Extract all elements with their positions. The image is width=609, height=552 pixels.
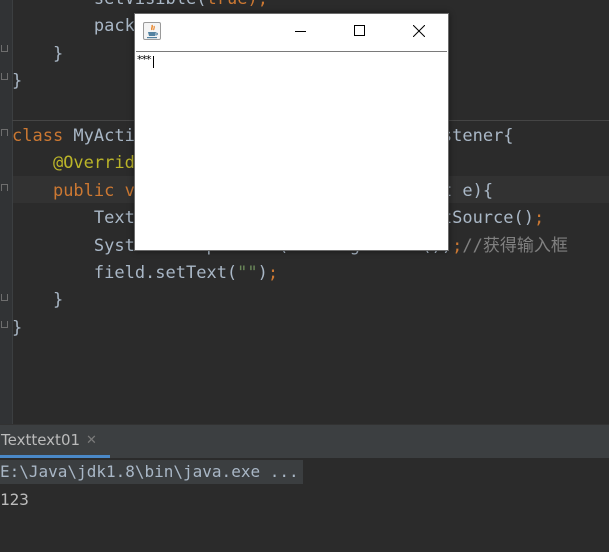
- console-output[interactable]: E:\Java\jdk1.8\bin\java.exe ... 123: [0, 458, 609, 552]
- code-token: }: [12, 317, 23, 338]
- run-tab-bar: Texttext01 ✕: [0, 425, 609, 458]
- java-frame-window[interactable]: ***: [134, 13, 449, 251]
- java-cup-icon[interactable]: [143, 22, 161, 40]
- fold-end-icon[interactable]: [1, 294, 8, 301]
- code-token: );: [247, 0, 267, 9]
- code-token: ;: [452, 235, 463, 256]
- minimize-button[interactable]: [278, 14, 324, 48]
- code-token: }: [12, 71, 23, 92]
- console-output-line: 123: [0, 490, 29, 509]
- fold-end-icon[interactable]: [1, 73, 8, 80]
- run-tab-label: Texttext01: [1, 431, 81, 449]
- close-icon: [413, 25, 425, 37]
- code-token: //获得输入框: [462, 235, 568, 256]
- console-command-line[interactable]: E:\Java\jdk1.8\bin\java.exe ...: [0, 460, 303, 484]
- editor-gutter: [0, 0, 12, 424]
- text-caret: [153, 56, 154, 68]
- password-text-field[interactable]: ***: [136, 51, 447, 249]
- code-token: "": [237, 263, 258, 283]
- minimize-icon: [295, 31, 306, 32]
- tab-close-icon[interactable]: ✕: [86, 433, 97, 448]
- code-line[interactable]: }: [12, 315, 22, 342]
- code-token: field.setText(: [12, 263, 238, 283]
- code-token: ): [257, 263, 268, 283]
- fold-end-icon[interactable]: [1, 45, 8, 52]
- maximize-button[interactable]: [337, 14, 383, 48]
- fold-end-icon[interactable]: [1, 321, 8, 328]
- code-token: class: [12, 126, 74, 146]
- code-line[interactable]: }: [12, 287, 63, 314]
- code-line[interactable]: field.setText("");: [12, 260, 278, 287]
- code-token: }: [12, 290, 64, 311]
- run-tab[interactable]: Texttext01 ✕: [0, 425, 110, 458]
- code-token: true: [207, 0, 248, 9]
- code-token: (: [196, 0, 206, 9]
- code-line[interactable]: setVisible(true);: [12, 0, 268, 13]
- window-title-bar[interactable]: [135, 14, 448, 51]
- code-token: }: [12, 43, 64, 64]
- close-button[interactable]: [396, 14, 442, 48]
- fold-start-icon[interactable]: [1, 184, 8, 191]
- code-line[interactable]: @Override: [12, 150, 145, 177]
- code-line[interactable]: }: [12, 68, 22, 95]
- code-token: ;: [533, 208, 545, 229]
- code-token: ;: [267, 263, 279, 283]
- fold-start-icon[interactable]: [1, 129, 8, 136]
- password-field-value: ***: [137, 53, 151, 66]
- code-token: @Override: [52, 153, 146, 174]
- code-line[interactable]: }: [12, 41, 63, 68]
- maximize-icon: [354, 25, 365, 36]
- code-token: setVisible: [94, 0, 196, 9]
